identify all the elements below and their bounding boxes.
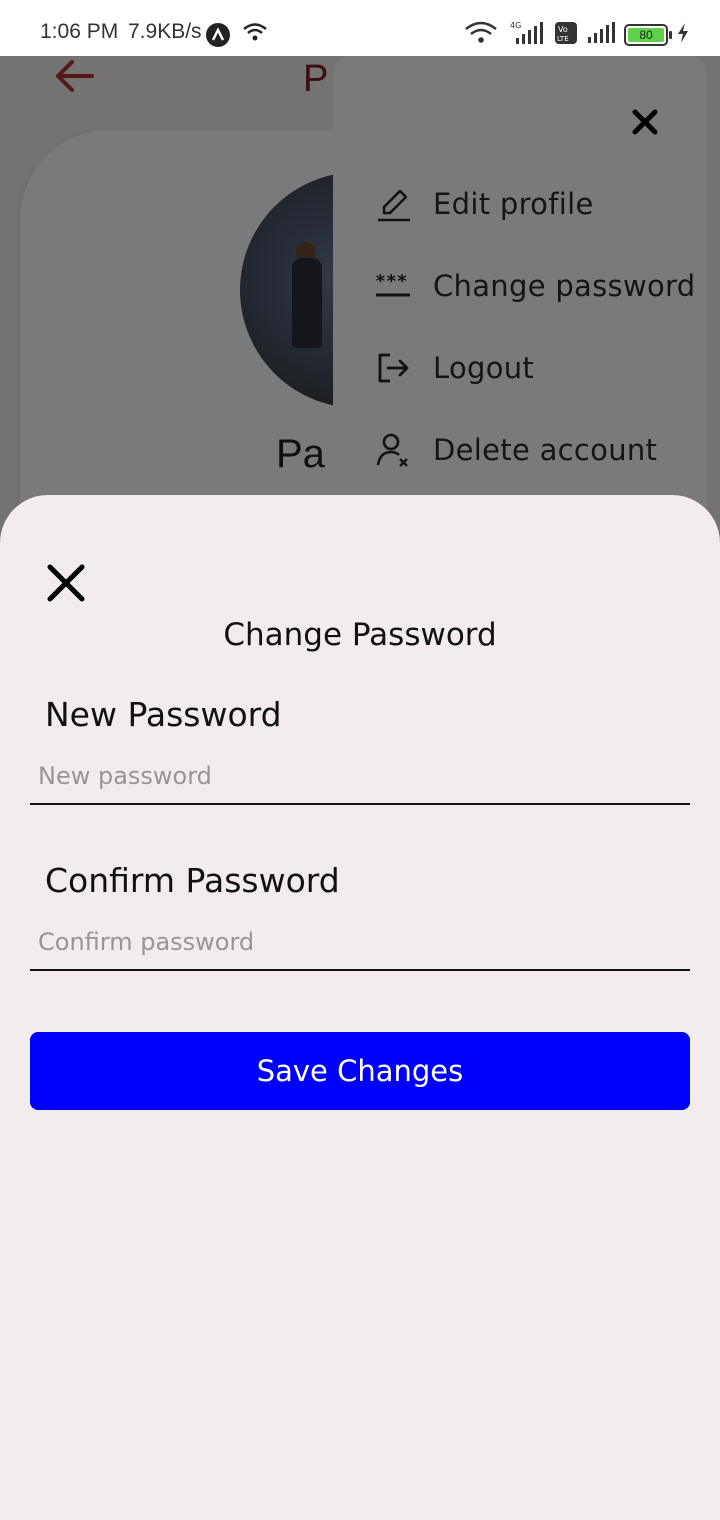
svg-text:LTE: LTE — [557, 35, 569, 43]
sheet-title: Change Password — [223, 617, 497, 653]
menu-item-delete-account[interactable]: Delete account — [373, 430, 657, 470]
menu-item-label: Change password — [433, 269, 696, 303]
options-menu-panel: Edit profile *** Change password Logout … — [333, 56, 707, 536]
close-icon[interactable] — [44, 561, 88, 605]
confirm-password-label: Confirm Password — [45, 861, 340, 900]
new-password-field-container — [30, 749, 690, 805]
edit-pencil-icon — [373, 184, 413, 224]
svg-text:Vo: Vo — [558, 25, 568, 34]
menu-item-label: Edit profile — [433, 187, 594, 221]
logout-icon — [373, 348, 413, 388]
wifi-icon — [464, 21, 498, 49]
new-password-input[interactable] — [30, 749, 690, 803]
svg-text:4G: 4G — [510, 21, 521, 30]
menu-item-label: Logout — [433, 351, 535, 385]
status-bar: 1:06 PM 7.9KB/s 4G Vo LTE 80 — [0, 0, 720, 56]
arc-app-icon — [205, 22, 231, 52]
status-net-speed: 7.9KB/s — [128, 20, 202, 43]
battery-level: 80 — [628, 28, 664, 42]
close-icon[interactable] — [627, 104, 663, 140]
wifi-icon — [242, 22, 268, 48]
confirm-password-field-container — [30, 915, 690, 971]
menu-item-change-password[interactable]: *** Change password — [373, 266, 695, 306]
battery-icon: 80 — [624, 24, 672, 46]
menu-item-edit-profile[interactable]: Edit profile — [373, 184, 594, 224]
change-password-sheet: Change Password New Password Confirm Pas… — [0, 495, 720, 1520]
signal-icon — [586, 21, 616, 49]
signal-4g-icon: 4G — [506, 20, 546, 50]
delete-user-icon — [373, 430, 413, 470]
charging-icon — [676, 22, 690, 48]
menu-item-label: Delete account — [433, 433, 658, 467]
status-icons-right: 4G Vo LTE 80 — [464, 20, 690, 50]
svg-text:***: *** — [375, 271, 408, 292]
menu-item-logout[interactable]: Logout — [373, 348, 534, 388]
new-password-label: New Password — [45, 695, 282, 734]
status-time: 1:06 PM — [40, 20, 119, 43]
password-dots-icon: *** — [373, 266, 413, 306]
volte-icon: Vo LTE — [554, 21, 578, 49]
save-changes-button[interactable]: Save Changes — [30, 1032, 690, 1110]
confirm-password-input[interactable] — [30, 915, 690, 969]
